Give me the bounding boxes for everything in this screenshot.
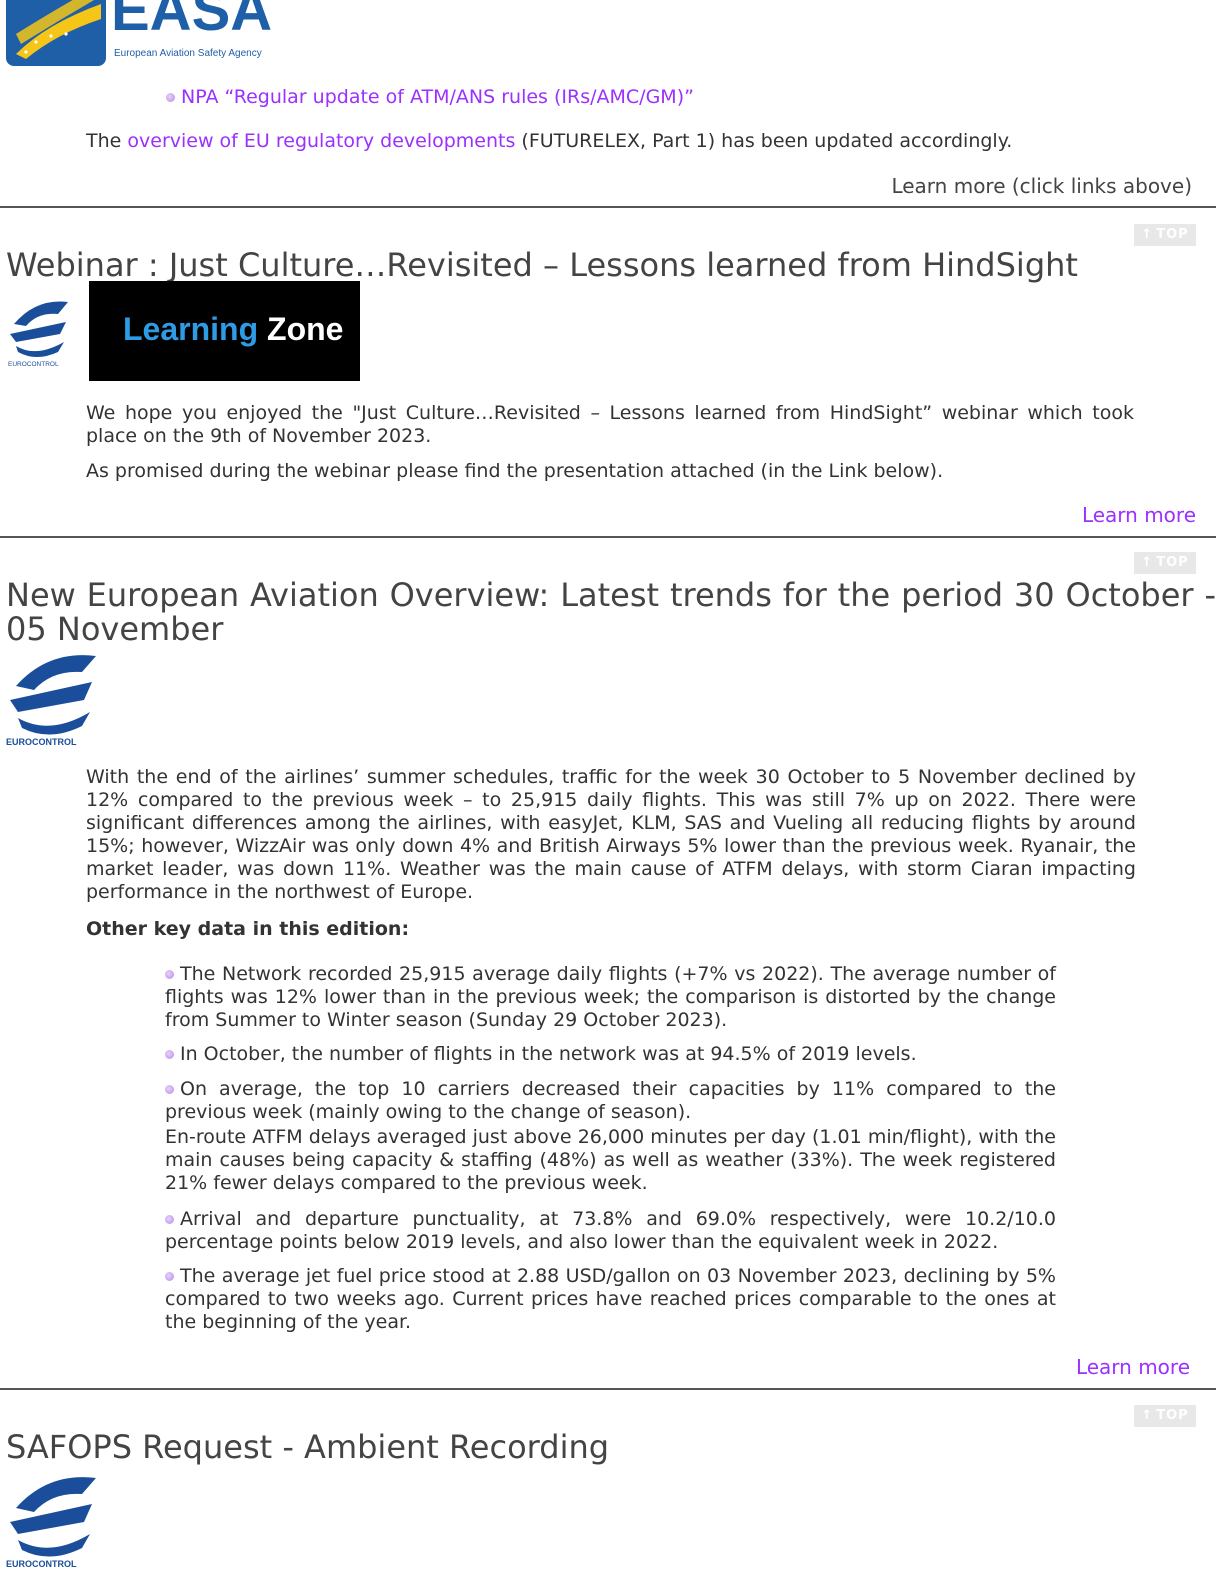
eurocontrol-logo: EUROCONTROL	[6, 296, 76, 372]
section-divider	[0, 206, 1216, 208]
eurocontrol-logo: EUROCONTROL	[6, 1470, 106, 1574]
eurocontrol-logo-text: EUROCONTROL	[6, 737, 77, 747]
bullet-icon	[165, 1272, 174, 1281]
top-label: TOP	[1156, 555, 1189, 570]
safops-title: SAFOPS Request - Ambient Recording	[6, 1428, 610, 1466]
top-label: TOP	[1156, 1408, 1189, 1423]
section-divider	[0, 536, 1216, 538]
banner-zone: Zone	[267, 311, 344, 347]
npa-link[interactable]: NPA “Regular update of ATM/ANS rules (IR…	[181, 86, 694, 108]
back-to-top-button[interactable]: ↑ TOP	[1134, 552, 1196, 574]
easa-logo-text: EASA	[111, 0, 272, 43]
npa-bullet-item: NPA “Regular update of ATM/ANS rules (IR…	[166, 86, 694, 108]
key-data-item: Arrival and departure punctuality, at 73…	[165, 1208, 1056, 1253]
bullet-icon	[166, 93, 175, 102]
learning-zone-banner: Learning Zone	[89, 281, 360, 381]
easa-logo: EASA European Aviation Safety Agency	[6, 0, 306, 66]
webinar-paragraph-1: We hope you enjoyed the "Just Culture…Re…	[86, 402, 1134, 447]
easa-learn-more-row: Learn more (click links above)	[891, 174, 1192, 198]
back-to-top-button[interactable]: ↑ TOP	[1134, 1405, 1196, 1427]
top-label: TOP	[1156, 227, 1189, 242]
futurelex-paragraph: The overview of EU regulatory developmen…	[86, 130, 1012, 152]
bullet-icon	[165, 1085, 174, 1094]
webinar-learn-more-link[interactable]: Learn more	[1082, 503, 1196, 527]
arrow-up-icon: ↑	[1141, 555, 1154, 570]
back-to-top-button[interactable]: ↑ TOP	[1134, 224, 1196, 246]
key-data-item: In October, the number of flights in the…	[165, 1043, 1056, 1066]
arrow-up-icon: ↑	[1141, 1408, 1154, 1423]
key-data-item: The average jet fuel price stood at 2.88…	[165, 1265, 1056, 1333]
easa-learn-more[interactable]: Learn more	[891, 174, 1005, 198]
arrow-up-icon: ↑	[1141, 227, 1154, 242]
key-data-heading: Other key data in this edition:	[86, 918, 410, 940]
webinar-paragraph-2: As promised during the webinar please fi…	[86, 460, 944, 482]
eu-regulatory-overview-link[interactable]: overview of EU regulatory developments	[127, 130, 515, 152]
enroute-delays-paragraph: En-route ATFM delays averaged just above…	[165, 1126, 1056, 1194]
overview-learn-more-link[interactable]: Learn more	[1076, 1355, 1190, 1379]
futurelex-pre: The	[86, 130, 128, 152]
key-data-item: The Network recorded 25,915 average dail…	[165, 963, 1056, 1031]
webinar-title: Webinar : Just Culture…Revisited – Lesso…	[6, 246, 1078, 284]
bullet-icon	[165, 1215, 174, 1224]
key-data-item: On average, the top 10 carriers decrease…	[165, 1078, 1056, 1123]
easa-logo-sub: European Aviation Safety Agency	[114, 48, 262, 59]
easa-learn-more-suffix: (click links above)	[1005, 174, 1192, 198]
eurocontrol-logo-text: EUROCONTROL	[8, 361, 59, 368]
overview-title: New European Aviation Overview: Latest t…	[6, 576, 1216, 648]
futurelex-post: (FUTURELEX, Part 1) has been updated acc…	[515, 130, 1013, 152]
banner-learning: Learning	[123, 311, 259, 347]
section-divider	[0, 1388, 1216, 1390]
eurocontrol-logo-text: EUROCONTROL	[6, 1559, 77, 1569]
bullet-icon	[165, 970, 174, 979]
eurocontrol-logo: EUROCONTROL	[6, 648, 106, 752]
overview-intro: With the end of the airlines’ summer sch…	[86, 766, 1136, 903]
bullet-icon	[165, 1050, 174, 1059]
